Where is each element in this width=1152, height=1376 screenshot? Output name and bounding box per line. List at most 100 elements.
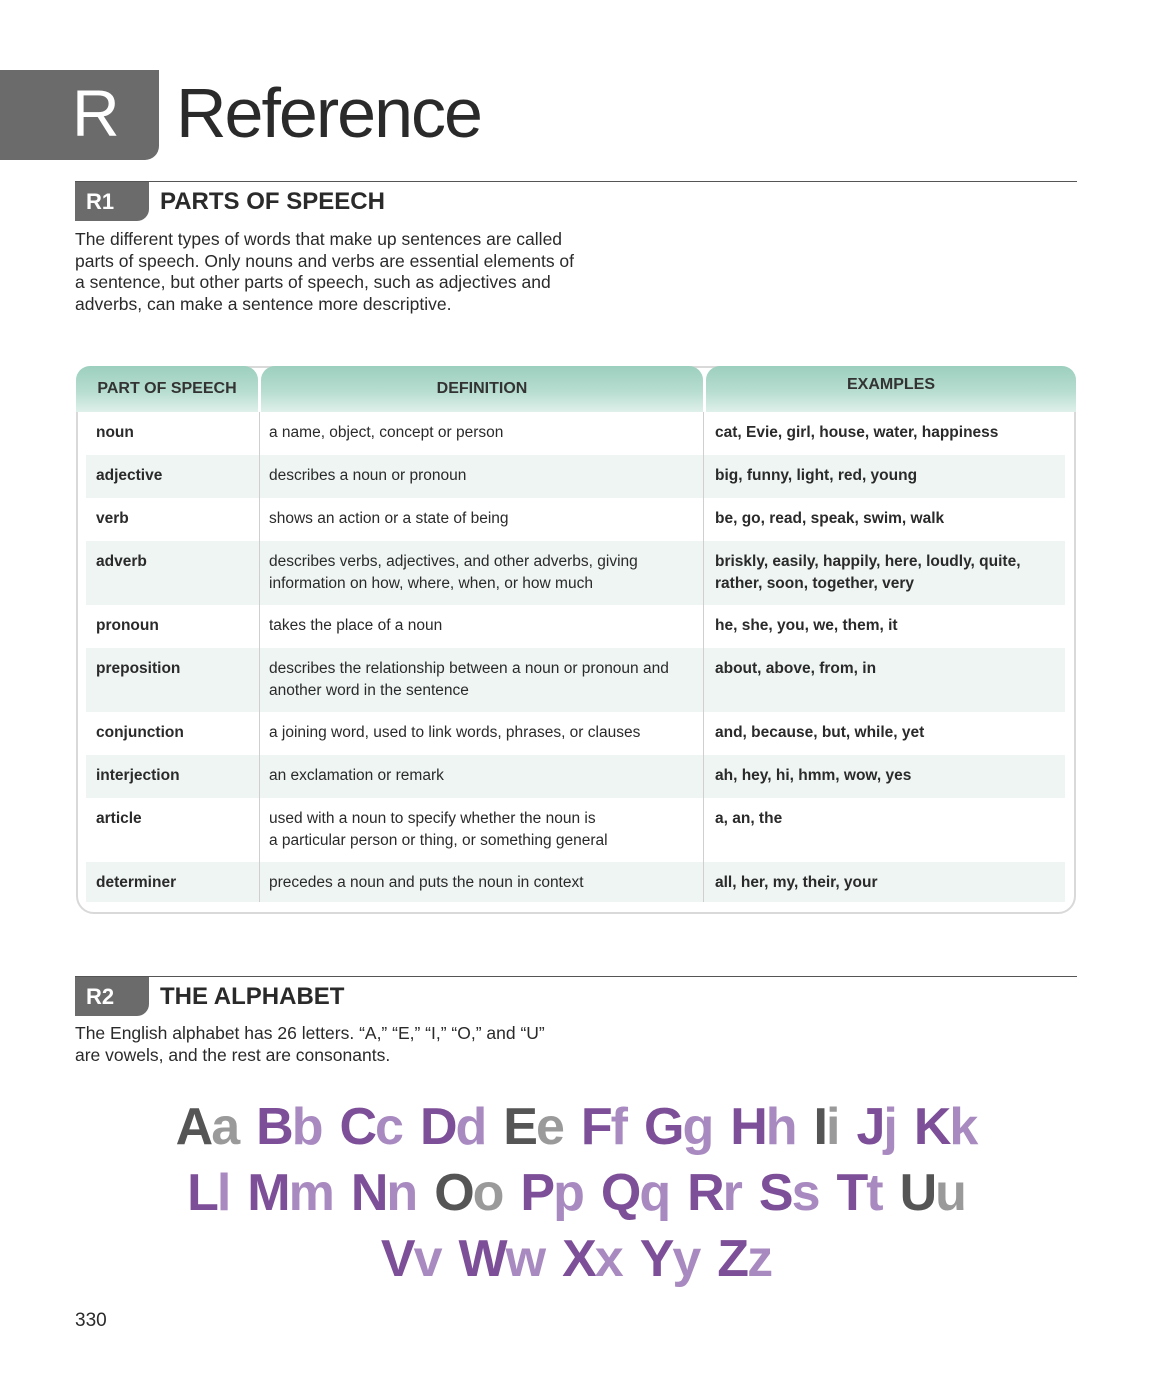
lowercase-letter: i	[826, 1098, 841, 1156]
cell-definition: an exclamation or remark	[269, 755, 699, 787]
cell-part-of-speech: adjective	[96, 467, 163, 484]
consonant-letter-pair: Ss	[759, 1161, 821, 1225]
cell-definition: describes verbs, adjectives, and other a…	[269, 541, 699, 594]
uppercase-letter: T	[836, 1164, 869, 1222]
uppercase-letter: O	[434, 1164, 474, 1222]
uppercase-letter: L	[187, 1164, 219, 1222]
uppercase-letter: I	[813, 1098, 829, 1156]
table-row: interjection an exclamation or remark ah, …	[86, 755, 1065, 798]
cell-definition: takes the place of a noun	[269, 605, 699, 637]
table-row: verb shows an action or a state of being b…	[86, 498, 1065, 541]
consonant-letter-pair: Pp	[520, 1161, 584, 1225]
uppercase-letter: Q	[600, 1164, 641, 1222]
uppercase-letter: H	[730, 1098, 768, 1156]
uppercase-letter: J	[856, 1098, 885, 1156]
cell-part-of-speech: verb	[96, 510, 129, 527]
cell-definition: shows an action or a state of being	[269, 498, 699, 530]
lowercase-letter: w	[505, 1230, 546, 1288]
definition-line: describes the relationship between a nou…	[269, 660, 669, 677]
lowercase-letter: n	[386, 1164, 418, 1222]
lowercase-letter: u	[935, 1164, 967, 1222]
consonant-letter-pair: Jj	[856, 1095, 897, 1159]
lowercase-letter: v	[413, 1230, 443, 1288]
uppercase-letter: D	[419, 1098, 458, 1156]
table-row: article used with a noun to specify wheth…	[86, 798, 1065, 862]
uppercase-letter: Y	[639, 1230, 675, 1288]
consonant-letter-pair: Yy	[639, 1227, 702, 1291]
page-number: 330	[75, 1310, 107, 1331]
cell-part-of-speech: noun	[96, 424, 134, 441]
table-row: conjunction a joining word, used to link …	[86, 712, 1065, 755]
definition-line: information on how, where, when, or how …	[269, 574, 593, 592]
definition-line: another word in the sentence	[269, 681, 469, 699]
consonant-letter-pair: Rr	[687, 1161, 743, 1225]
uppercase-letter: E	[503, 1098, 538, 1156]
uppercase-letter: V	[380, 1230, 416, 1288]
alphabet-line: Aa Bb Cc Dd Ee Ff Gg Hh Ii Jj Kk	[0, 1095, 1152, 1159]
lowercase-letter: z	[747, 1230, 773, 1288]
cell-definition: describes a noun or pronoun	[269, 455, 699, 487]
definition-line: describes verbs, adjectives, and other a…	[269, 553, 638, 570]
consonant-letter-pair: Dd	[419, 1095, 487, 1159]
definition-line: describes a noun or pronoun	[269, 467, 467, 484]
cell-part-of-speech: preposition	[96, 660, 181, 677]
intro-line: parts of speech. Only nouns and verbs ar…	[75, 250, 575, 271]
examples-line: and, because, but, while, yet	[715, 724, 925, 741]
uppercase-letter: X	[562, 1230, 597, 1288]
examples-line: cat, Evie, girl, house, water, happiness	[715, 424, 999, 441]
intro-line: The English alphabet has 26 letters. “A,…	[75, 1023, 545, 1043]
lowercase-letter: c	[375, 1098, 404, 1156]
section-tag-r1: R1	[75, 182, 149, 221]
definition-line: a joining word, used to link words, phra…	[269, 724, 641, 741]
uppercase-letter: U	[899, 1164, 938, 1222]
consonant-letter-pair: Nn	[350, 1161, 418, 1225]
lowercase-letter: k	[949, 1098, 978, 1156]
lowercase-letter: g	[682, 1098, 714, 1156]
vowel-letter-pair: Ii	[813, 1095, 841, 1159]
vowel-letter-pair: Oo	[434, 1161, 504, 1225]
column-divider	[259, 412, 260, 902]
cell-part-of-speech: adverb	[96, 553, 147, 570]
consonant-letter-pair: Xx	[562, 1227, 624, 1291]
uppercase-letter: C	[339, 1098, 377, 1156]
cell-examples: ah, hey, hi, hmm, wow, yes	[715, 755, 1060, 787]
consonant-letter-pair: Zz	[717, 1227, 773, 1291]
intro-line: are vowels, and the rest are consonants.	[75, 1044, 391, 1065]
header-examples: EXAMPLES	[706, 366, 1076, 412]
column-divider	[703, 412, 704, 902]
examples-line: rather, soon, together, very	[715, 574, 914, 592]
cell-part-of-speech: interjection	[96, 767, 180, 784]
definition-line: shows an action or a state of being	[269, 510, 509, 527]
lowercase-letter: m	[288, 1164, 335, 1222]
uppercase-letter: N	[350, 1164, 389, 1222]
definition-line: an exclamation or remark	[269, 767, 444, 784]
cell-part-of-speech: article	[96, 810, 142, 827]
consonant-letter-pair: Tt	[836, 1161, 884, 1225]
table-row: pronoun takes the place of a noun he, she,…	[86, 605, 1065, 648]
examples-line: ah, hey, hi, hmm, wow, yes	[715, 767, 912, 784]
examples-line: briskly, easily, happily, here, loudly, …	[715, 553, 1021, 570]
cell-definition: precedes a noun and puts the noun in con…	[269, 862, 699, 894]
lowercase-letter: r	[722, 1164, 743, 1222]
consonant-letter-pair: Cc	[339, 1095, 404, 1159]
examples-line: about, above, from, in	[715, 660, 877, 677]
section-tag-r2: R2	[75, 977, 149, 1016]
uppercase-letter: F	[580, 1098, 613, 1156]
alphabet-line: Vv Ww Xx Yy Zz	[0, 1227, 1152, 1291]
table-row: adverb describes verbs, adjectives, and o…	[86, 541, 1065, 605]
examples-line: be, go, read, speak, swim, walk	[715, 510, 945, 527]
vowel-letter-pair: Aa	[176, 1095, 240, 1159]
cell-examples: cat, Evie, girl, house, water, happiness	[715, 412, 1060, 444]
definition-line: takes the place of a noun	[269, 617, 443, 634]
consonant-letter-pair: Bb	[256, 1095, 323, 1159]
cell-examples: about, above, from, in	[715, 648, 1060, 680]
cell-part-of-speech: determiner	[96, 874, 177, 891]
consonant-letter-pair: Gg	[644, 1095, 714, 1159]
cell-examples: be, go, read, speak, swim, walk	[715, 498, 1060, 530]
definition-line: a particular person or thing, or somethi…	[269, 831, 608, 849]
cell-definition: describes the relationship between a nou…	[269, 648, 699, 701]
chapter-title: Reference	[176, 74, 483, 152]
cell-part-of-speech: pronoun	[96, 617, 159, 634]
consonant-letter-pair: Vv	[380, 1227, 443, 1291]
lowercase-letter: y	[672, 1230, 701, 1288]
